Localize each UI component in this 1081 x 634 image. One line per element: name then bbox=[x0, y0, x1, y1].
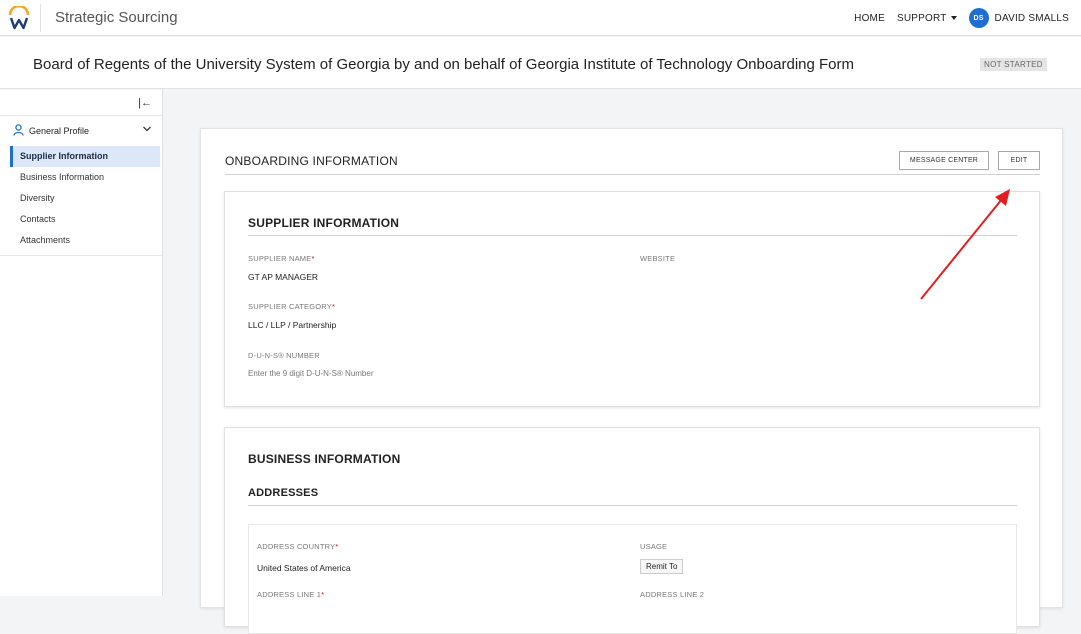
section-title: BUSINESS INFORMATION bbox=[248, 452, 401, 466]
sidebar-group-general-profile[interactable]: General Profile bbox=[0, 116, 162, 146]
edit-button[interactable]: EDIT bbox=[998, 151, 1040, 170]
supplier-information-section: SUPPLIER INFORMATION SUPPLIER NAME* GT A… bbox=[224, 191, 1040, 407]
onboarding-card: ONBOARDING INFORMATION MESSAGE CENTER ED… bbox=[200, 128, 1063, 634]
message-center-button[interactable]: MESSAGE CENTER bbox=[899, 151, 989, 170]
address-country-label: ADDRESS COUNTRY* bbox=[257, 542, 338, 551]
nav-home[interactable]: HOME bbox=[854, 13, 885, 24]
required-marker: * bbox=[335, 542, 339, 551]
sidebar-group-label: General Profile bbox=[29, 126, 90, 136]
duns-number-label: D-U-N-S® NUMBER bbox=[248, 351, 320, 360]
divider bbox=[248, 505, 1017, 506]
supplier-category-label: SUPPLIER CATEGORY* bbox=[248, 302, 335, 311]
person-icon bbox=[13, 124, 24, 136]
business-information-section: BUSINESS INFORMATION ADDRESSES ADDRESS C… bbox=[224, 427, 1040, 634]
required-marker: * bbox=[311, 254, 315, 263]
avatar: DS bbox=[968, 8, 989, 28]
supplier-name-value: GT AP MANAGER bbox=[248, 272, 319, 282]
page-title: Board of Regents of the University Syste… bbox=[33, 56, 855, 73]
user-name: DAVID SMALLS bbox=[994, 12, 1069, 24]
usage-tag: Remit To bbox=[640, 559, 684, 574]
divider bbox=[225, 174, 1040, 175]
collapse-sidebar-icon[interactable]: |← bbox=[138, 97, 152, 109]
top-nav: HOME SUPPORT DS DAVID SMALLS bbox=[854, 0, 1081, 36]
chevron-down-icon[interactable] bbox=[142, 124, 152, 134]
address-country-label-text: ADDRESS COUNTRY bbox=[257, 542, 336, 551]
caret-down-icon bbox=[950, 16, 957, 20]
app-title: Strategic Sourcing bbox=[55, 9, 178, 26]
sidebar-item-diversity[interactable]: Diversity bbox=[0, 188, 162, 209]
required-marker: * bbox=[331, 302, 336, 311]
supplier-name-label-text: SUPPLIER NAME bbox=[248, 254, 312, 263]
required-marker: * bbox=[321, 590, 325, 599]
sidebar-collapse-row: |← bbox=[0, 90, 162, 116]
sidebar-item-contacts[interactable]: Contacts bbox=[0, 209, 162, 230]
top-bar: Strategic Sourcing HOME SUPPORT DS DAVID… bbox=[0, 0, 1081, 36]
supplier-category-value: LLC / LLP / Partnership bbox=[248, 320, 337, 330]
section-title: SUPPLIER INFORMATION bbox=[248, 216, 400, 230]
usage-label: USAGE bbox=[640, 542, 668, 551]
nav-support-label: SUPPORT bbox=[896, 12, 947, 24]
nav-support[interactable]: SUPPORT bbox=[897, 13, 957, 24]
status-badge: NOT STARTED bbox=[980, 58, 1047, 71]
sidebar-item-business-information[interactable]: Business Information bbox=[0, 167, 162, 188]
sidebar-menu: Supplier Information Business Informatio… bbox=[0, 146, 162, 256]
user-menu[interactable]: DS DAVID SMALLS bbox=[968, 8, 1069, 28]
address-line-1-label: ADDRESS LINE 1* bbox=[257, 590, 324, 599]
title-separator bbox=[40, 4, 41, 32]
workday-logo[interactable] bbox=[8, 6, 30, 30]
duns-number-placeholder: Enter the 9 digit D-U-N-S® Number bbox=[248, 369, 374, 378]
form-header: Board of Regents of the University Syste… bbox=[0, 37, 1081, 89]
divider bbox=[248, 235, 1017, 236]
sidebar: |← General Profile Supplier Information … bbox=[0, 90, 163, 596]
address-line-2-label: ADDRESS LINE 2 bbox=[640, 590, 705, 599]
address-line-1-label-text: ADDRESS LINE 1 bbox=[257, 590, 322, 599]
address-country-value: United States of America bbox=[257, 563, 351, 573]
website-label: WEBSITE bbox=[640, 254, 676, 263]
sidebar-item-attachments[interactable]: Attachments bbox=[0, 230, 162, 251]
supplier-name-label: SUPPLIER NAME* bbox=[248, 254, 315, 263]
address-card: ADDRESS COUNTRY* United States of Americ… bbox=[248, 524, 1017, 634]
addresses-subtitle: ADDRESSES bbox=[248, 487, 319, 499]
sidebar-item-supplier-information[interactable]: Supplier Information bbox=[10, 146, 160, 167]
supplier-category-label-text: SUPPLIER CATEGORY bbox=[248, 302, 332, 311]
onboarding-title: ONBOARDING INFORMATION bbox=[225, 154, 398, 168]
